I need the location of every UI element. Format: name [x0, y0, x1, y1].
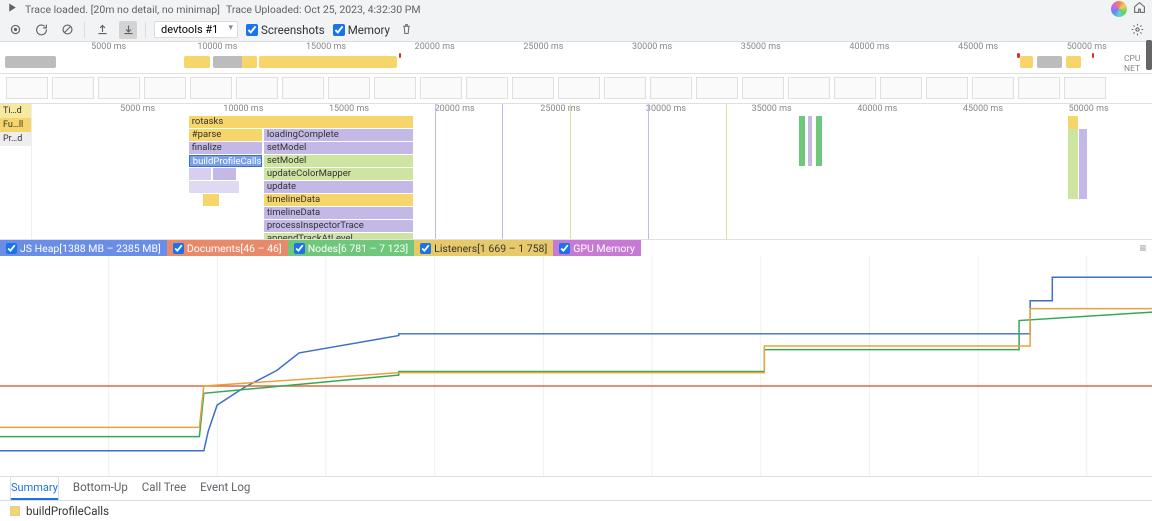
screenshot-frame[interactable] — [190, 77, 232, 99]
flame-setModel2[interactable]: setModel — [264, 155, 413, 167]
track-full[interactable]: Fu…ll — [0, 118, 31, 132]
screenshot-frame[interactable] — [880, 77, 922, 99]
screenshot-frame[interactable] — [834, 77, 876, 99]
context-select[interactable]: devtools #1 — [154, 21, 238, 38]
screenshot-frame[interactable] — [466, 77, 508, 99]
flame-timelineData2[interactable]: timelineData — [264, 207, 413, 219]
gc-button[interactable] — [398, 21, 416, 39]
track-timings[interactable]: Ti…d — [0, 104, 31, 118]
screenshot-frame[interactable] — [696, 77, 738, 99]
screenshot-frame[interactable] — [788, 77, 830, 99]
screenshot-frame[interactable] — [52, 77, 94, 99]
screenshots-checkbox[interactable]: Screenshots — [246, 23, 325, 37]
flame-appendTrackAtLevel[interactable]: appendTrackAtLevel — [264, 233, 413, 239]
flame-processInspectorTrace[interactable]: processInspectorTrace — [264, 220, 413, 232]
download-button[interactable] — [119, 21, 137, 39]
legend-documents[interactable]: Documents[46 – 46] — [167, 240, 288, 256]
detail-row: buildProfileCalls — [0, 501, 1152, 521]
flame-chart[interactable]: 5000 ms10000 ms15000 ms20000 ms25000 ms3… — [32, 104, 1152, 239]
flame-rotasks[interactable]: rotasks — [189, 116, 413, 128]
tab-event-log[interactable]: Event Log — [200, 476, 250, 500]
overview-ruler[interactable]: 5000 ms10000 ms15000 ms20000 ms25000 ms3… — [0, 42, 1152, 74]
tab-summary[interactable]: Summary — [10, 476, 59, 500]
screenshot-frame[interactable] — [282, 77, 324, 99]
memory-legend: JS Heap[1388 MB – 2385 MB] Documents[46 … — [0, 240, 1152, 256]
screenshot-frame[interactable] — [558, 77, 600, 99]
menu-icon[interactable]: ≡ — [1134, 241, 1152, 255]
status-uploaded: Trace Uploaded: Oct 25, 2023, 4:32:30 PM — [226, 3, 421, 16]
screenshot-frame[interactable] — [374, 77, 416, 99]
screenshot-frame[interactable] — [512, 77, 554, 99]
play-icon[interactable] — [6, 1, 19, 17]
flame-buildProfileCalls[interactable]: buildProfileCalls — [189, 155, 262, 167]
track-pr[interactable]: Pr…d — [0, 132, 31, 146]
flame-timelineData[interactable]: timelineData — [264, 194, 413, 206]
screenshot-frame[interactable] — [98, 77, 140, 99]
details-tabs: Summary Bottom-Up Call Tree Event Log — [0, 477, 1152, 501]
screenshot-frame[interactable] — [604, 77, 646, 99]
legend-js-heap[interactable]: JS Heap[1388 MB – 2385 MB] — [0, 240, 167, 256]
screenshot-frame[interactable] — [972, 77, 1014, 99]
screenshot-frame[interactable] — [1064, 77, 1106, 99]
legend-listeners[interactable]: Listeners[1 669 – 1 758] — [414, 240, 553, 256]
flame-finalize[interactable]: finalize — [189, 142, 262, 154]
screenshot-frame[interactable] — [328, 77, 370, 99]
home-icon[interactable] — [1133, 1, 1146, 17]
clear-button[interactable] — [58, 21, 76, 39]
flame-update[interactable]: update — [264, 181, 413, 193]
tab-bottom-up[interactable]: Bottom-Up — [73, 476, 128, 500]
memory-chart[interactable] — [0, 256, 1152, 477]
screenshot-frame[interactable] — [144, 77, 186, 99]
reload-button[interactable] — [32, 21, 50, 39]
screenshot-frame[interactable] — [926, 77, 968, 99]
screenshot-frame[interactable] — [1018, 77, 1060, 99]
screenshot-frame[interactable] — [420, 77, 462, 99]
tab-call-tree[interactable]: Call Tree — [142, 476, 186, 500]
flame-parse[interactable]: #parse — [189, 129, 262, 141]
memory-checkbox[interactable]: Memory — [333, 23, 390, 37]
screenshot-frame[interactable] — [236, 77, 278, 99]
screenshot-frame[interactable] — [650, 77, 692, 99]
legend-gpu-memory[interactable]: GPU Memory — [553, 240, 641, 256]
record-button[interactable] — [6, 21, 24, 39]
settings-icon[interactable] — [1128, 21, 1146, 39]
detail-name: buildProfileCalls — [26, 504, 109, 518]
flame-updateColorMapper[interactable]: updateColorMapper — [264, 168, 413, 180]
screenshot-frame[interactable] — [6, 77, 48, 99]
flame-track-labels: Ti…d Fu…ll Pr…d — [0, 104, 32, 239]
scrollbar[interactable] — [1146, 40, 1152, 70]
toolbar: devtools #1 Screenshots Memory — [0, 18, 1152, 42]
color-swatch — [10, 506, 20, 516]
flame-loadingComplete[interactable]: loadingComplete — [264, 129, 413, 141]
upload-button[interactable] — [93, 21, 111, 39]
status-loaded: Trace loaded. [20m no detail, no minimap… — [25, 3, 220, 16]
legend-nodes[interactable]: Nodes[6 781 – 7 123] — [288, 240, 414, 256]
avatar-icon[interactable] — [1111, 1, 1127, 17]
screenshot-frame[interactable] — [742, 77, 784, 99]
screenshot-filmstrip[interactable] — [0, 74, 1152, 104]
flame-setModel[interactable]: setModel — [264, 142, 413, 154]
status-bar: Trace loaded. [20m no detail, no minimap… — [0, 0, 1152, 18]
